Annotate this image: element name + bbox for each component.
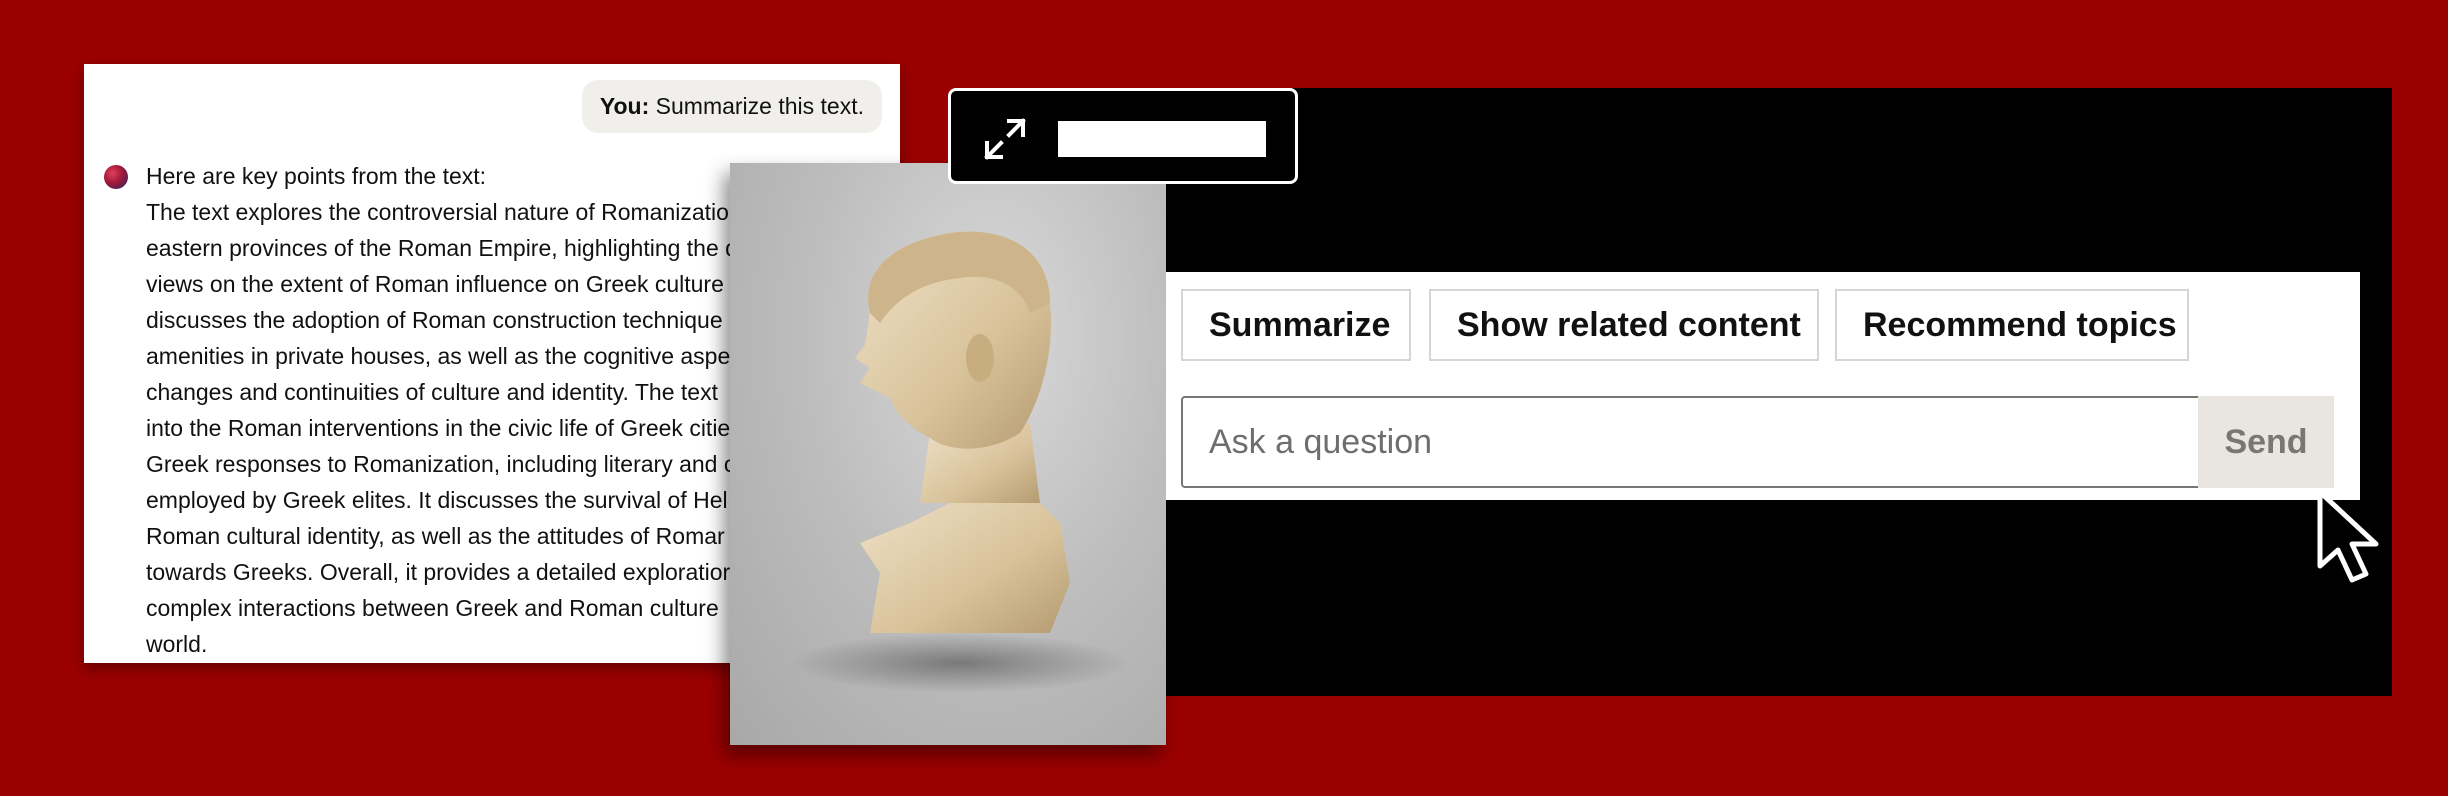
stage: You: Summarize this text. Here are key p… [0, 0, 2448, 796]
user-message-text: Summarize this text. [655, 93, 864, 119]
recommend-topics-button[interactable]: Recommend topics [1835, 289, 2189, 361]
marble-bust-image [730, 163, 1166, 745]
mouse-pointer-icon [2317, 489, 2379, 583]
question-box [1181, 396, 2223, 488]
ask-question-input[interactable] [1183, 398, 2221, 486]
assistant-avatar-icon [104, 165, 128, 189]
send-button[interactable]: Send [2198, 396, 2334, 488]
expand-arrows-icon[interactable] [981, 115, 1029, 163]
expand-toolbar [948, 88, 1298, 184]
user-message-bubble: You: Summarize this text. [581, 80, 882, 133]
show-related-content-button[interactable]: Show related content [1429, 289, 1819, 361]
summarize-button[interactable]: Summarize [1181, 289, 1411, 361]
expand-bar-field [1058, 121, 1266, 157]
user-label: You: [599, 93, 650, 119]
action-panel: Summarize Show related content Recommend… [1166, 272, 2360, 500]
